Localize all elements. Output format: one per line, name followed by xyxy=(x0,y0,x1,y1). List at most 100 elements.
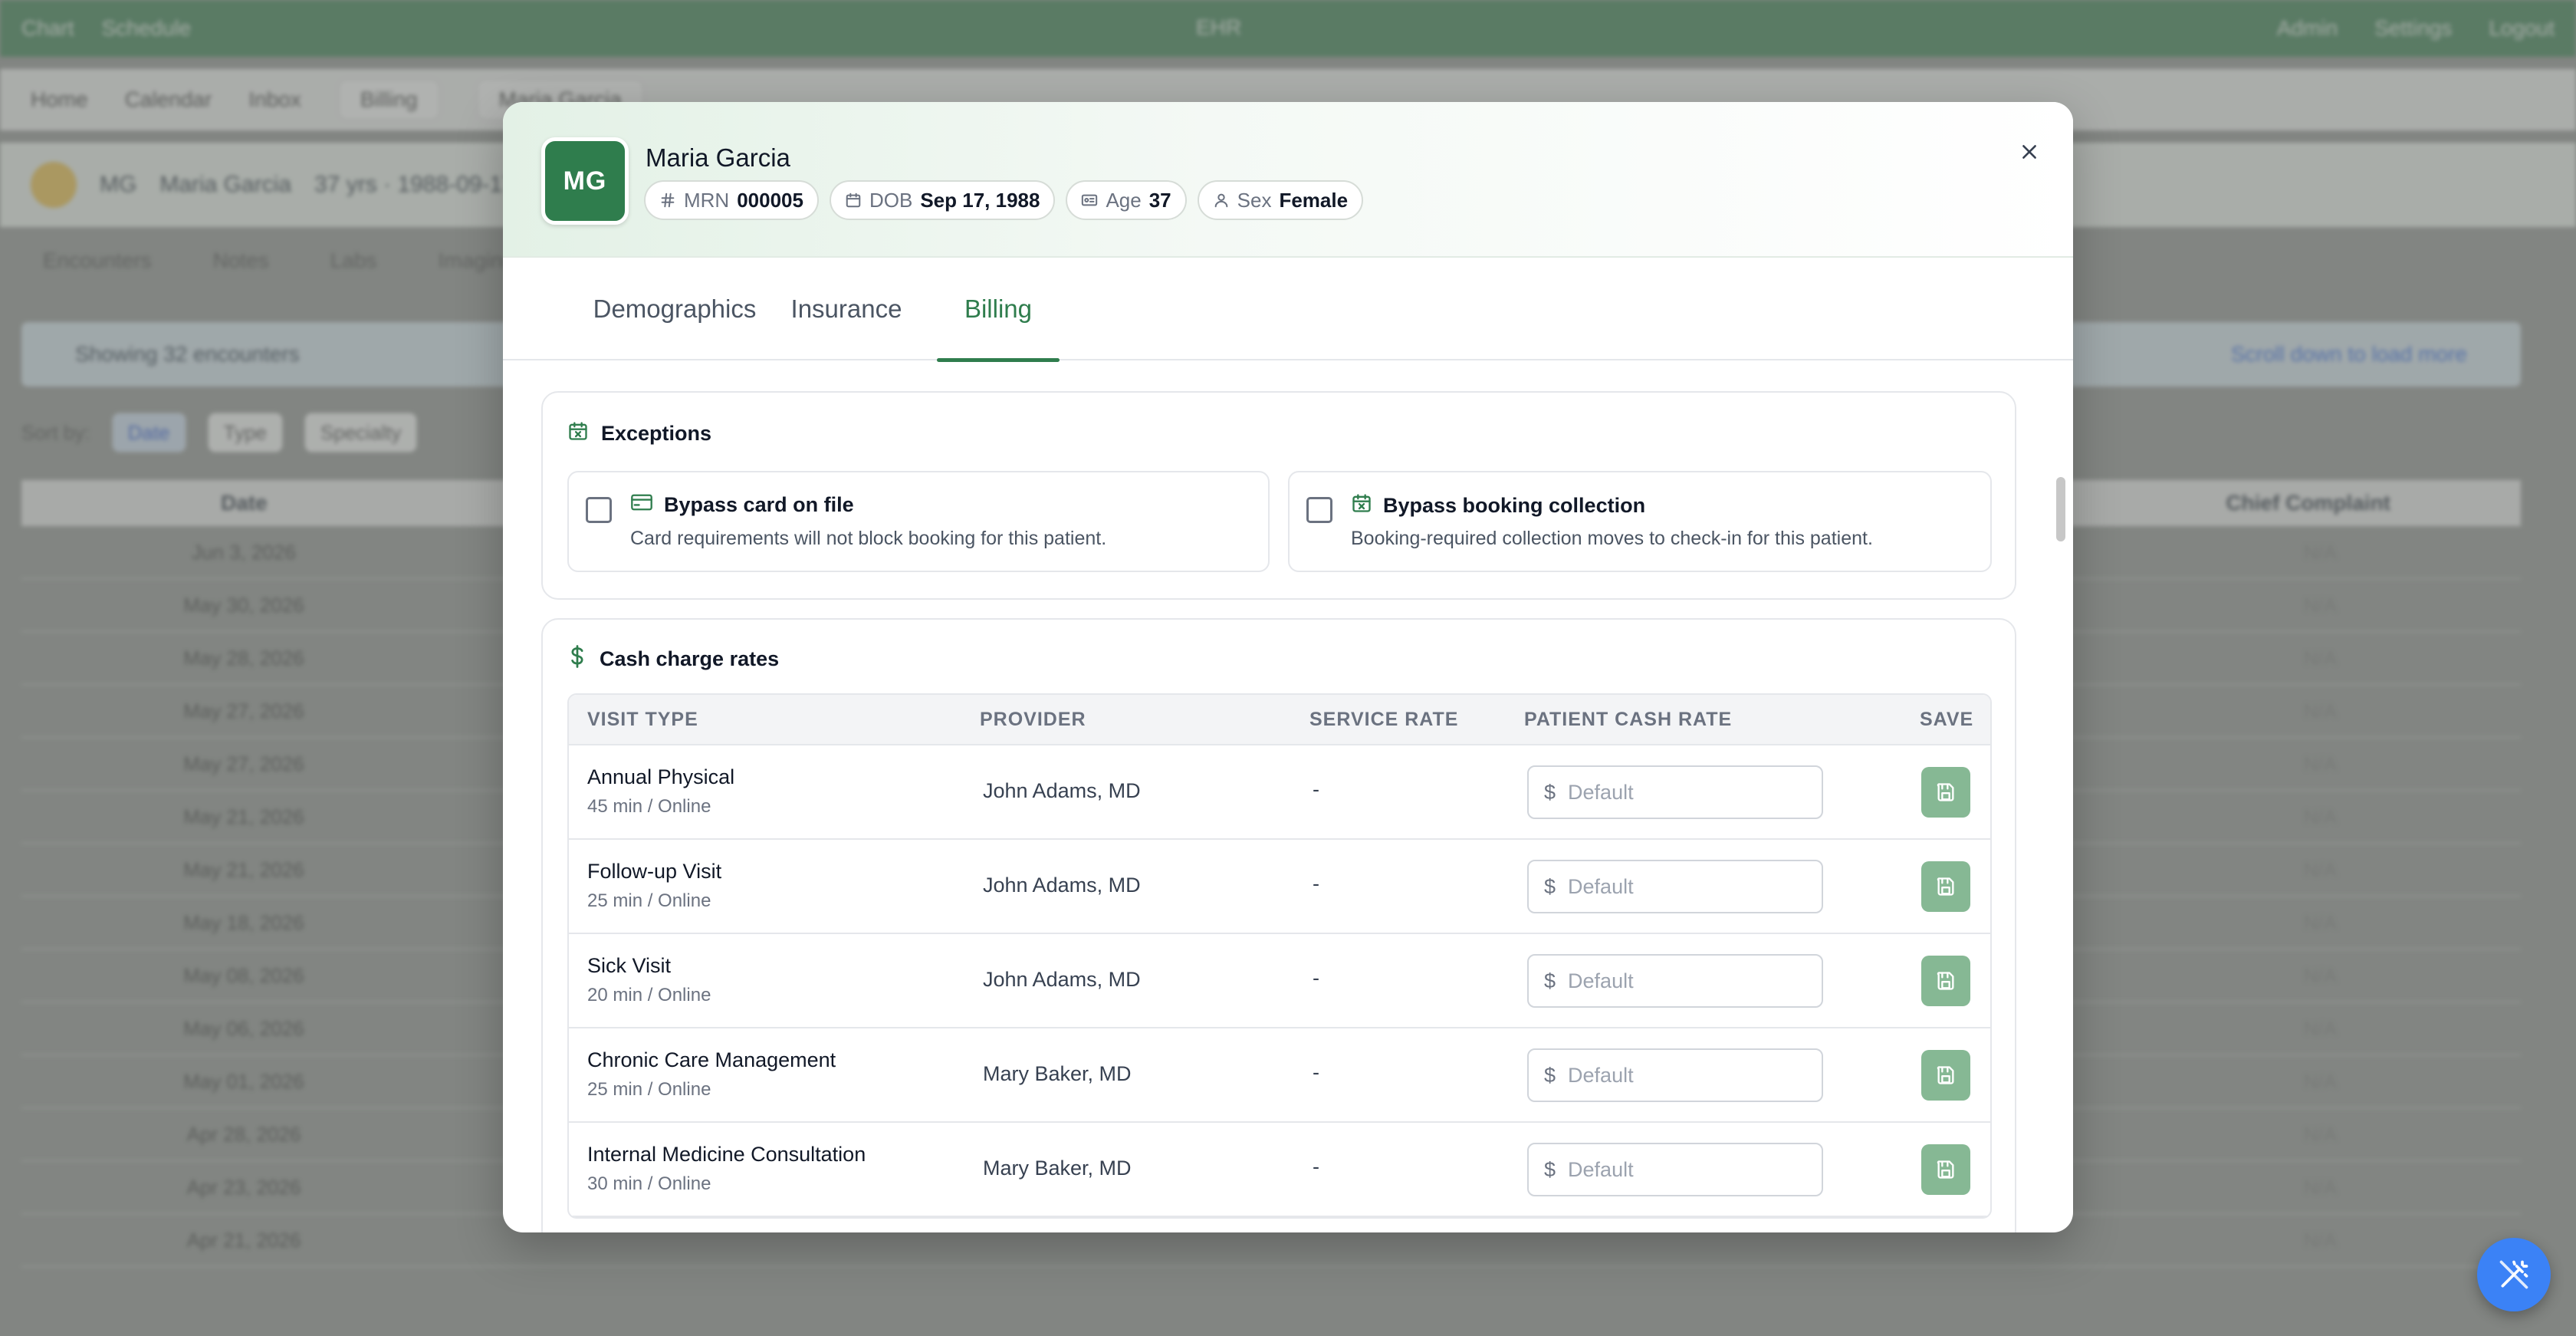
visit-type-name: Sick Visit xyxy=(587,954,672,977)
dob-chip: DOB Sep 17, 1988 xyxy=(829,180,1056,220)
credit-card-icon xyxy=(630,492,653,518)
patient-cash-rate-input[interactable] xyxy=(1568,969,1799,993)
patient-cash-rate-field[interactable]: $ xyxy=(1527,954,1823,1008)
save-icon xyxy=(1937,783,1954,801)
visit-type-duration: 20 min / Online xyxy=(587,985,711,1005)
calendar-x-icon xyxy=(567,420,589,447)
table-row: Sick Visit 20 min / Online John Adams, MD -… xyxy=(569,934,1990,1028)
tab-demographics[interactable]: Demographics xyxy=(564,258,785,360)
patient-cash-rate-field[interactable]: $ xyxy=(1527,1143,1823,1196)
bypass-booking-description: Booking-required collection moves to che… xyxy=(1351,528,1873,549)
visit-type-duration: 25 min / Online xyxy=(587,1079,711,1100)
col-visit-type: VISIT TYPE xyxy=(587,709,698,730)
save-rate-button[interactable] xyxy=(1921,1050,1970,1101)
cash-rates-body: Annual Physical 45 min / Online John Adams… xyxy=(569,745,1990,1217)
service-rate: - xyxy=(1313,872,1319,895)
save-icon xyxy=(1937,1066,1954,1084)
mrn-chip: MRN 000005 xyxy=(644,180,819,220)
col-provider: PROVIDER xyxy=(980,709,1086,730)
col-service-rate: SERVICE RATE xyxy=(1309,709,1459,730)
save-rate-button[interactable] xyxy=(1921,861,1970,912)
provider-name: Mary Baker, MD xyxy=(983,1062,1132,1085)
cash-rates-label: Cash charge rates xyxy=(600,647,780,670)
patient-cash-rate-field[interactable]: $ xyxy=(1527,860,1823,913)
calendar-x-icon xyxy=(1351,492,1372,519)
patient-info-chips: MRN 000005 DOB Sep 17, 1988 Age 37 Sex F… xyxy=(644,180,1364,220)
col-patient-cash-rate: PATIENT CASH RATE xyxy=(1524,709,1733,730)
age-chip: Age 37 xyxy=(1066,180,1187,220)
bypass-booking-checkbox[interactable] xyxy=(1306,497,1332,523)
close-icon xyxy=(2022,145,2036,159)
currency-symbol: $ xyxy=(1544,969,1556,992)
currency-symbol: $ xyxy=(1544,1063,1556,1087)
bypass-booking-option[interactable]: Bypass booking collection Booking-requir… xyxy=(1288,471,1992,572)
patient-name: Maria Garcia xyxy=(646,143,790,172)
tab-billing[interactable]: Billing xyxy=(937,258,1060,362)
patient-cash-rate-input[interactable] xyxy=(1568,780,1799,805)
table-row: Annual Physical 45 min / Online John Adams… xyxy=(569,745,1990,840)
modal-scrollbar[interactable] xyxy=(2056,477,2065,541)
magic-wand-button[interactable] xyxy=(2477,1238,2551,1311)
dob-value: Sep 17, 1988 xyxy=(920,188,1040,212)
calendar-icon xyxy=(845,192,862,209)
bypass-card-checkbox[interactable] xyxy=(586,497,612,523)
currency-symbol: $ xyxy=(1544,780,1556,804)
col-save: SAVE xyxy=(1920,709,1974,730)
exceptions-label: Exceptions xyxy=(601,422,712,445)
patient-cash-rate-field[interactable]: $ xyxy=(1527,1048,1823,1102)
cash-rates-section: Cash charge rates VISIT TYPE PROVIDER SE… xyxy=(541,618,2016,1232)
provider-name: John Adams, MD xyxy=(983,874,1141,897)
currency-symbol: $ xyxy=(1544,1157,1556,1181)
cash-rates-header: VISIT TYPE PROVIDER SERVICE RATE PATIENT… xyxy=(569,695,1990,745)
billing-tab-content: Exceptions Bypass card on file Card requ… xyxy=(503,360,2073,1232)
tab-insurance[interactable]: Insurance xyxy=(785,258,908,360)
service-rate: - xyxy=(1313,778,1319,801)
dollar-icon xyxy=(567,644,587,674)
mrn-label: MRN xyxy=(684,188,730,212)
patient-modal: MG Maria Garcia MRN 000005 DOB Sep 17, 1… xyxy=(503,102,2073,1232)
age-value: 37 xyxy=(1148,188,1171,212)
exceptions-title: Exceptions xyxy=(567,420,711,447)
sex-value: Female xyxy=(1279,188,1349,212)
sex-label: Sex xyxy=(1237,188,1272,212)
save-rate-button[interactable] xyxy=(1921,767,1970,818)
service-rate: - xyxy=(1313,1061,1319,1084)
exceptions-section: Exceptions Bypass card on file Card requ… xyxy=(541,391,2016,600)
dob-label: DOB xyxy=(869,188,913,212)
service-rate: - xyxy=(1313,966,1319,989)
patient-cash-rate-input[interactable] xyxy=(1568,874,1799,899)
visit-type-name: Annual Physical xyxy=(587,765,735,788)
save-icon xyxy=(1937,1160,1954,1179)
provider-name: John Adams, MD xyxy=(983,779,1141,802)
visit-type-name: Chronic Care Management xyxy=(587,1048,836,1071)
bypass-card-title: Bypass card on file xyxy=(664,493,854,516)
bypass-card-description: Card requirements will not block booking… xyxy=(630,528,1107,549)
close-button[interactable] xyxy=(2010,133,2049,171)
bypass-card-option[interactable]: Bypass card on file Card requirements wi… xyxy=(567,471,1270,572)
save-icon xyxy=(1937,972,1954,990)
provider-name: John Adams, MD xyxy=(983,968,1141,991)
patient-cash-rate-field[interactable]: $ xyxy=(1527,765,1823,819)
modal-tabs: Demographics Insurance Billing xyxy=(503,258,2073,362)
table-row: Internal Medicine Consultation 30 min / O… xyxy=(569,1123,1990,1217)
save-rate-button[interactable] xyxy=(1921,956,1970,1006)
currency-symbol: $ xyxy=(1544,874,1556,898)
bypass-booking-title: Bypass booking collection xyxy=(1383,494,1646,517)
patient-cash-rate-input[interactable] xyxy=(1568,1063,1799,1088)
table-row: Follow-up Visit 25 min / Online John Adams… xyxy=(569,840,1990,934)
visit-type-duration: 45 min / Online xyxy=(587,796,711,817)
table-row: Chronic Care Management 25 min / Online Ma… xyxy=(569,1028,1990,1123)
visit-type-name: Internal Medicine Consultation xyxy=(587,1143,866,1166)
save-icon xyxy=(1937,877,1954,896)
avatar: MG xyxy=(541,137,629,225)
patient-cash-rate-input[interactable] xyxy=(1568,1157,1799,1182)
provider-name: Mary Baker, MD xyxy=(983,1157,1132,1180)
visit-type-duration: 30 min / Online xyxy=(587,1173,711,1194)
hash-icon xyxy=(659,192,676,209)
bypass-booking-title-row: Bypass booking collection xyxy=(1351,492,1645,519)
cash-rates-table: VISIT TYPE PROVIDER SERVICE RATE PATIENT… xyxy=(567,693,1992,1219)
modal-header: MG Maria Garcia MRN 000005 DOB Sep 17, 1… xyxy=(503,102,2073,258)
user-icon xyxy=(1213,192,1230,209)
service-rate: - xyxy=(1313,1155,1319,1178)
save-rate-button[interactable] xyxy=(1921,1144,1970,1195)
